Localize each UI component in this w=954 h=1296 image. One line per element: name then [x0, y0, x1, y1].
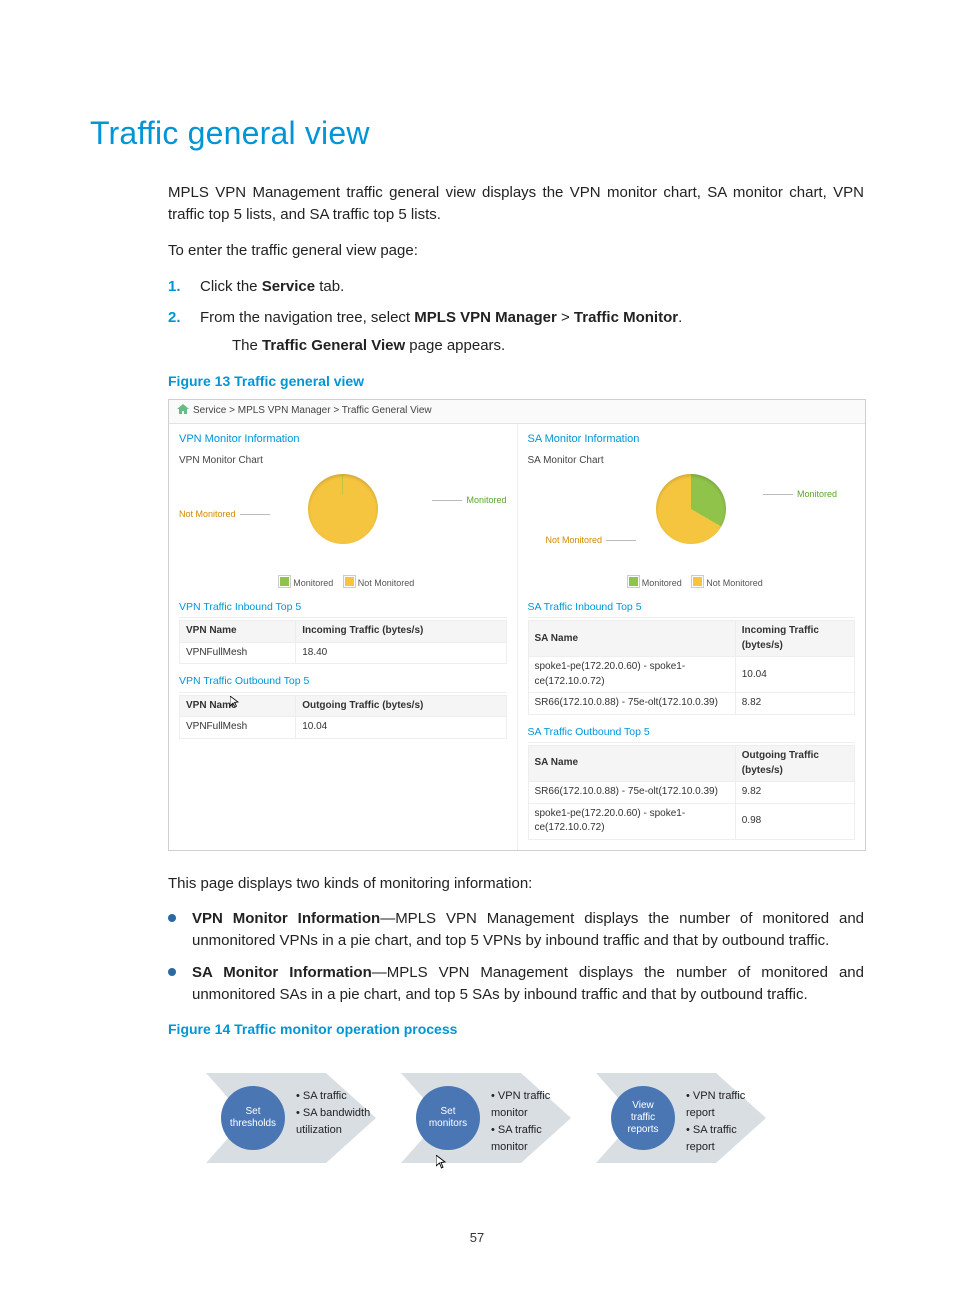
- bullet-icon: [168, 914, 176, 922]
- vpn-legend: Monitored Not Monitored: [179, 576, 507, 590]
- sa-monitored-label: Monitored: [759, 488, 837, 501]
- step-number: 2.: [168, 307, 184, 357]
- breadcrumb: Service > MPLS VPN Manager > Traffic Gen…: [169, 400, 865, 424]
- table-row: VPNFullMesh10.04: [180, 717, 507, 739]
- vpn-monitor-chart: Not Monitored Monitored: [179, 474, 507, 570]
- sa-monitor-title: SA Monitor Information: [528, 432, 856, 448]
- pie-icon: [656, 474, 726, 544]
- step-1: 1. Click the Service tab.: [168, 276, 864, 298]
- post-screenshot-paragraph: This page displays two kinds of monitori…: [168, 873, 864, 895]
- vpn-monitored-label: Monitored: [428, 494, 506, 507]
- home-icon: [177, 404, 189, 414]
- vpn-inbound-table: VPN NameIncoming Traffic (bytes/s) VPNFu…: [179, 620, 507, 664]
- figure-13-caption: Figure 13 Traffic general view: [168, 371, 864, 391]
- vpn-outbound-section: VPN Traffic Outbound Top 5: [179, 674, 507, 692]
- sa-outbound-table: SA NameOutgoing Traffic (bytes/s) SR66(1…: [528, 745, 856, 840]
- page-number: 57: [0, 1229, 954, 1248]
- sa-inbound-table: SA NameIncoming Traffic (bytes/s) spoke1…: [528, 620, 856, 715]
- vpn-monitor-title: VPN Monitor Information: [179, 432, 507, 448]
- vpn-inbound-section: VPN Traffic Inbound Top 5: [179, 600, 507, 618]
- vpn-monitor-pane: VPN Monitor Information VPN Monitor Char…: [169, 424, 518, 850]
- vpn-not-monitored-label: Not Monitored: [179, 508, 274, 521]
- intro-paragraph: MPLS VPN Management traffic general view…: [168, 182, 864, 226]
- process-step-3-items: VPN traffic report SA traffic report: [686, 1088, 745, 1156]
- figure-14-caption: Figure 14 Traffic monitor operation proc…: [168, 1019, 864, 1039]
- table-row: VPNFullMesh18.40: [180, 642, 507, 664]
- step-number: 1.: [168, 276, 184, 298]
- figure-14-diagram: Set thresholds SA traffic SA bandwidth u…: [206, 1048, 826, 1188]
- vpn-outbound-table: VPN Name Outgoing Traffic (bytes/s) VPNF…: [179, 695, 507, 739]
- sa-inbound-section: SA Traffic Inbound Top 5: [528, 600, 856, 618]
- vpn-chart-label: VPN Monitor Chart: [179, 454, 507, 469]
- bullet-icon: [168, 968, 176, 976]
- cursor-icon: [436, 1154, 448, 1168]
- sa-legend: Monitored Not Monitored: [528, 576, 856, 590]
- figure-13-screenshot: Service > MPLS VPN Manager > Traffic Gen…: [168, 399, 866, 850]
- cursor-icon: [230, 696, 240, 708]
- table-row: SR66(172.10.0.88) - 75e-olt(172.10.0.39)…: [528, 782, 855, 804]
- process-step-1-items: SA traffic SA bandwidth utilization: [296, 1088, 370, 1139]
- process-step-1: Set thresholds: [221, 1086, 285, 1150]
- process-step-3: View traffic reports: [611, 1086, 675, 1150]
- pie-icon: [308, 474, 378, 544]
- sa-monitor-pane: SA Monitor Information SA Monitor Chart …: [518, 424, 866, 850]
- sa-monitor-chart: Not Monitored Monitored: [528, 474, 856, 570]
- table-row: spoke1-pe(172.20.0.60) - spoke1-ce(172.1…: [528, 803, 855, 839]
- sa-chart-label: SA Monitor Chart: [528, 454, 856, 469]
- sa-outbound-section: SA Traffic Outbound Top 5: [528, 725, 856, 743]
- table-row: SR66(172.10.0.88) - 75e-olt(172.10.0.39)…: [528, 693, 855, 715]
- sa-not-monitored-label: Not Monitored: [546, 534, 641, 547]
- table-row: spoke1-pe(172.20.0.60) - spoke1-ce(172.1…: [528, 657, 855, 693]
- page-title: Traffic general view: [90, 110, 864, 156]
- lead-paragraph: To enter the traffic general view page:: [168, 240, 864, 262]
- process-step-2: Set monitors: [416, 1086, 480, 1150]
- process-step-2-items: VPN traffic monitor SA traffic monitor: [491, 1088, 550, 1156]
- list-item: VPN Monitor Information—MPLS VPN Managem…: [168, 908, 864, 952]
- list-item: SA Monitor Information—MPLS VPN Manageme…: [168, 962, 864, 1006]
- step-2: 2. From the navigation tree, select MPLS…: [168, 307, 864, 357]
